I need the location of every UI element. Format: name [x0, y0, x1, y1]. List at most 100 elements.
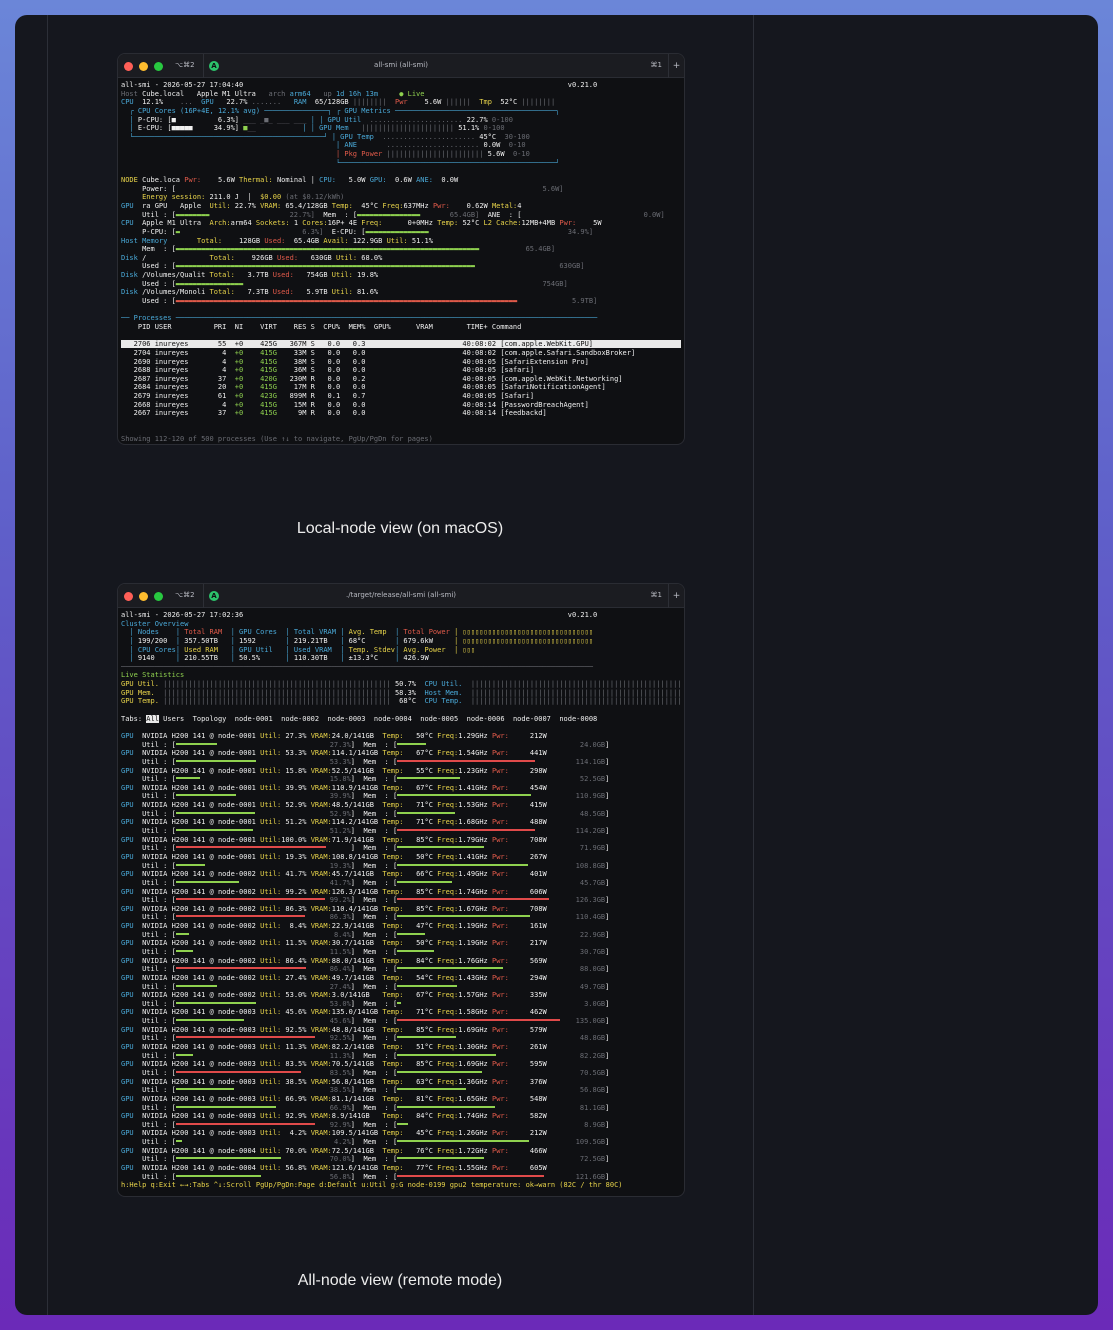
local-node-terminal[interactable]: ⌥⌘2 A all-smi (all-smi) ⌘1 + all-smi - 2…: [117, 53, 685, 445]
gpu-temp: 51°C: [403, 1043, 433, 1052]
mem-bar-value: 30.7GB: [579, 947, 606, 956]
gpu-row[interactable]: GPU NVIDIA H200 141 @ node-0003 Util: 66…: [121, 1095, 681, 1104]
gpu-row[interactable]: GPU NVIDIA H200 141 @ node-0003 Util: 45…: [121, 1008, 681, 1017]
gpu-row[interactable]: GPU NVIDIA H200 141 @ node-0002 Util: 11…: [121, 939, 681, 948]
gpu-row[interactable]: GPU NVIDIA H200 141 @ node-0001 Util: 53…: [121, 749, 681, 758]
gpu-temp: 54°C: [403, 973, 433, 982]
gpu-temp: 55°C: [403, 766, 433, 775]
terminal-text: 1592: [239, 636, 286, 645]
gpu-bars-row: Util : [45.6%] Mem : [135.0GB]: [121, 1017, 681, 1026]
gpu-row[interactable]: GPU NVIDIA H200 141 @ node-0003 Util: 83…: [121, 1060, 681, 1069]
gpu-row[interactable]: GPU NVIDIA H200 141 @ node-0003 Util: 92…: [121, 1112, 681, 1121]
terminal-text: 630GB]: [475, 262, 585, 271]
freq-label: Freq:: [432, 1043, 459, 1052]
gpu-row[interactable]: GPU NVIDIA H200 141 @ node-0002 Util: 86…: [121, 957, 681, 966]
terminal-line: │ P-CPU: [■ 6.3%] ___ _■_ ___ ___ │ │ GP…: [121, 116, 681, 125]
terminal-text: VRAM:: [260, 201, 282, 210]
vram-label: VRAM:: [306, 1025, 332, 1034]
gpu-row[interactable]: GPU NVIDIA H200 141 @ node-0002 Util: 8.…: [121, 922, 681, 931]
temp-label: Temp:: [378, 870, 404, 879]
gpu-row[interactable]: GPU NVIDIA H200 141 @ node-0003 Util: 11…: [121, 1043, 681, 1052]
gpu-row[interactable]: GPU NVIDIA H200 141 @ node-0001 Util: 39…: [121, 784, 681, 793]
terminal-output[interactable]: all-smi - 2026-05-27 17:04:40 v0.21.0 Hos…: [118, 78, 684, 444]
terminal-output[interactable]: all-smi - 2026-05-27 17:02:36 v0.21.0 Clu…: [118, 608, 684, 1193]
gpu-row[interactable]: GPU NVIDIA H200 141 @ node-0001 Util: 19…: [121, 853, 681, 862]
gpu-power: 212W: [508, 1129, 547, 1138]
freq-label: Freq:: [432, 1008, 459, 1017]
mem-bar: [397, 742, 427, 745]
gpu-row[interactable]: GPU NVIDIA H200 141 @ node-0003 Util: 38…: [121, 1078, 681, 1087]
terminal-line: all-smi - 2026-05-27 17:04:40 v0.21.0: [121, 81, 681, 90]
util-bar: [175, 1122, 315, 1125]
util-bar-value: 15.8%: [329, 775, 351, 784]
terminal-text: Users Topology node-0001 node-0002 node-…: [158, 714, 598, 723]
mem-bar-label: ] Mem : [: [350, 999, 398, 1008]
gpu-label: GPU: [121, 818, 143, 827]
util-bar: [175, 984, 217, 987]
util-bar-label: Util : [: [121, 1155, 176, 1164]
util-bar-value: 86.3%: [329, 913, 351, 922]
gpu-row[interactable]: GPU NVIDIA H200 141 @ node-0003 Util: 92…: [121, 1026, 681, 1035]
temp-label: Temp:: [378, 818, 404, 827]
terminal-text: 0.0W: [432, 176, 459, 185]
terminal-text: Used : [: [121, 262, 176, 271]
at-sign: @: [205, 766, 218, 775]
terminal-text: 68°C: [399, 697, 425, 706]
terminal-text: all-smi - 2026-05-27 17:02:36: [121, 611, 244, 619]
terminal-text: │ ▯▯▯: [454, 645, 476, 654]
gpu-label: GPU: [121, 1112, 143, 1121]
terminal-text: arm64: [289, 89, 324, 98]
gpu-row[interactable]: GPU NVIDIA H200 141 @ node-0001 Util:100…: [121, 836, 681, 845]
gpu-util: 27.3%: [281, 731, 307, 740]
terminal-text: Used:: [264, 236, 286, 245]
gpu-row[interactable]: GPU NVIDIA H200 141 @ node-0002 Util: 27…: [121, 974, 681, 983]
new-tab-button[interactable]: +: [668, 584, 684, 608]
right-divider: [753, 15, 754, 1315]
util-bar-label: Util : [: [121, 775, 176, 784]
bracket: ]: [605, 861, 610, 870]
gpu-row[interactable]: GPU NVIDIA H200 141 @ node-0001 Util: 52…: [121, 801, 681, 810]
gpu-util: 15.8%: [281, 766, 307, 775]
mem-bar-label: ] Mem : [: [350, 827, 398, 836]
gpu-vram: 71.9/141GB: [331, 835, 379, 844]
util-bar-value: 45.6%: [329, 1017, 351, 1026]
gpu-temp: 71°C: [403, 801, 433, 810]
all-node-terminal[interactable]: ⌥⌘2 A ./target/release/all-smi (all-smi)…: [117, 583, 685, 1197]
freq-label: Freq:: [432, 783, 459, 792]
gpu-row[interactable]: GPU NVIDIA H200 141 @ node-0003 Util: 4.…: [121, 1129, 681, 1138]
terminal-text: GPU Temp.: [121, 697, 164, 706]
gpu-row[interactable]: GPU NVIDIA H200 141 @ node-0002 Util: 99…: [121, 888, 681, 897]
mem-bar-value: 126.3GB: [575, 896, 606, 905]
terminal-text: 16P+ 4E: [327, 219, 362, 228]
gpu-row[interactable]: GPU NVIDIA H200 141 @ node-0001 Util: 15…: [121, 767, 681, 776]
terminal-text: │ GPU Temp: [327, 132, 383, 141]
terminal-text: +0 423G: [234, 392, 277, 401]
mem-bar-label: ] Mem : [: [350, 757, 398, 766]
mem-bar: [397, 1070, 483, 1073]
gpu-row[interactable]: GPU NVIDIA H200 141 @ node-0002 Util: 41…: [121, 870, 681, 879]
terminal-text: 5.9TB]: [517, 297, 598, 306]
gpu-row[interactable]: GPU NVIDIA H200 141 @ node-0004 Util: 70…: [121, 1147, 681, 1156]
gpu-row[interactable]: GPU NVIDIA H200 141 @ node-0001 Util: 27…: [121, 732, 681, 741]
gpu-util: 92.9%: [281, 1112, 307, 1121]
mem-bar-value: 135.0GB: [575, 1017, 606, 1026]
terminal-line: P-CPU: [▬ 6.3%] E-CPU: [▬▬▬▬▬▬▬▬▬▬▬▬▬▬▬ …: [121, 228, 681, 237]
terminal-text: │: [340, 636, 349, 645]
terminal-text: NODE: [121, 176, 143, 185]
gpu-vram: 135.0/141GB: [331, 1008, 379, 1017]
gpu-row[interactable]: GPU NVIDIA H200 141 @ node-0002 Util: 86…: [121, 905, 681, 914]
gpu-util: 51.2%: [281, 818, 307, 827]
mem-bar-value: 72.5GB: [579, 1155, 606, 1164]
gpu-row[interactable]: GPU NVIDIA H200 141 @ node-0001 Util: 51…: [121, 818, 681, 827]
mem-bar-value: 56.8GB: [579, 1086, 606, 1095]
gpu-row[interactable]: GPU NVIDIA H200 141 @ node-0002 Util: 53…: [121, 991, 681, 1000]
gpu-row[interactable]: GPU NVIDIA H200 141 @ node-0004 Util: 56…: [121, 1164, 681, 1173]
new-tab-button[interactable]: +: [668, 54, 684, 78]
mem-bar-value: 22.9GB: [579, 930, 606, 939]
freq-label: Freq:: [432, 904, 459, 913]
terminal-text: 0.0W: [483, 141, 509, 150]
util-bar: [175, 1157, 281, 1160]
util-bar-value: 70.0%: [329, 1155, 351, 1164]
terminal-text: $0.00: [260, 193, 282, 202]
